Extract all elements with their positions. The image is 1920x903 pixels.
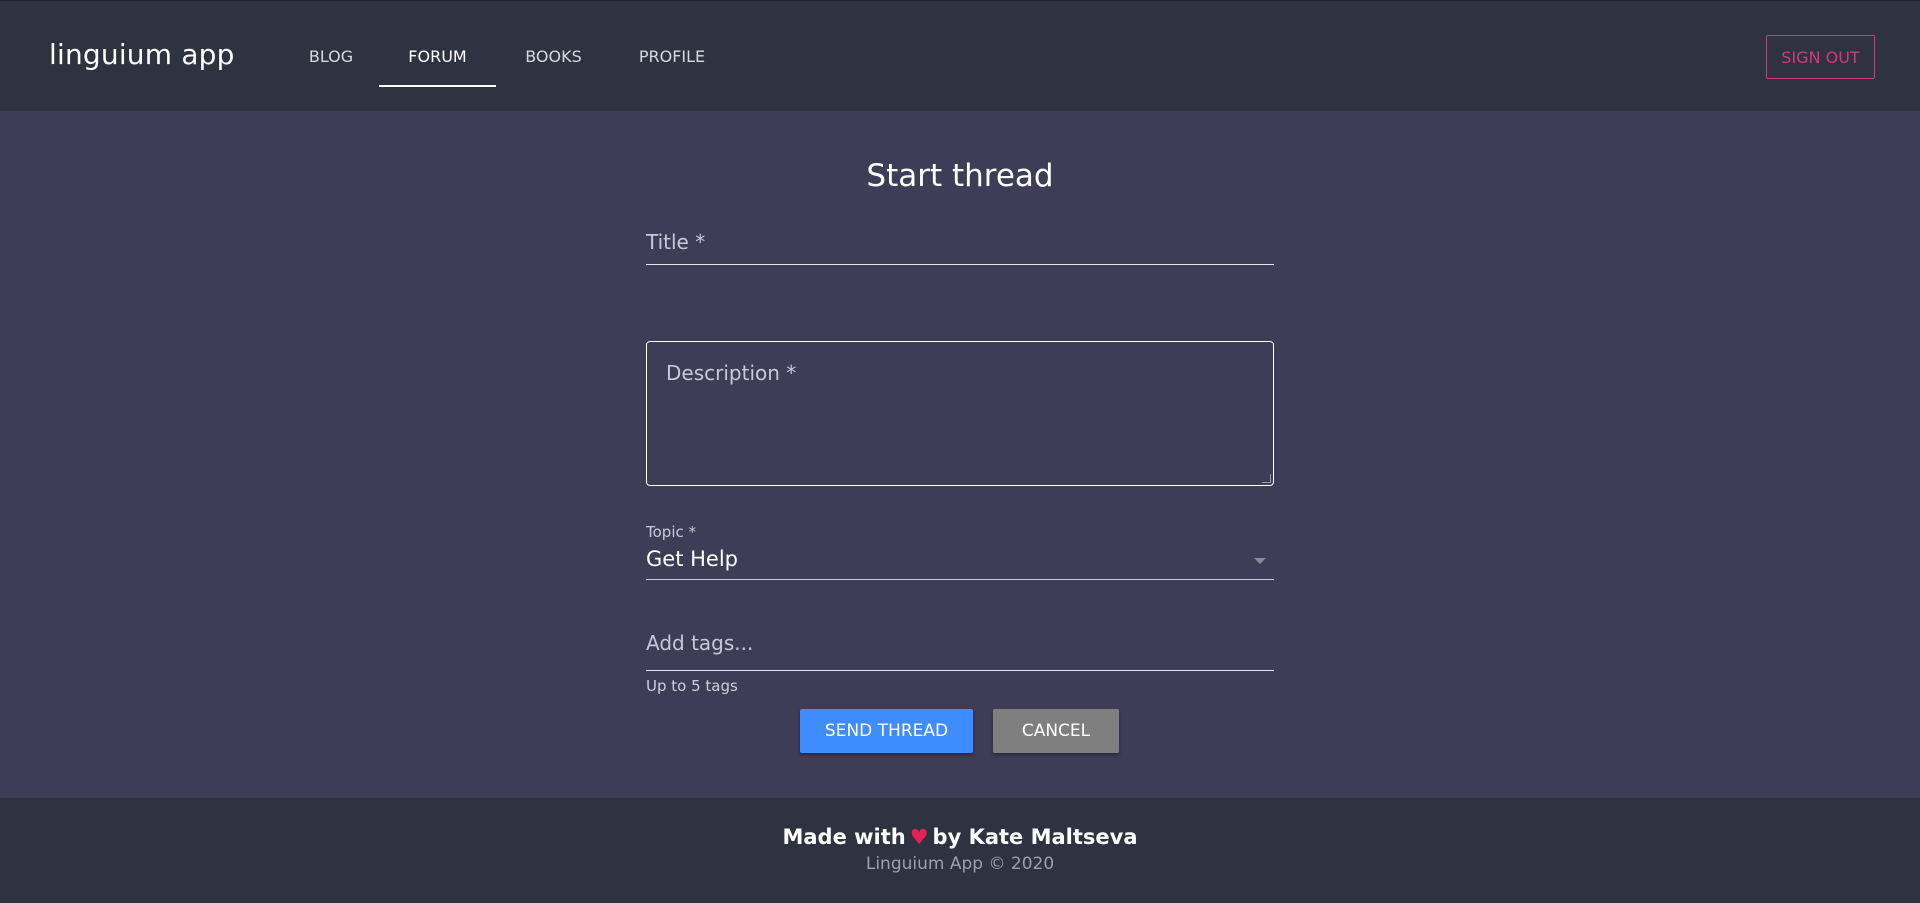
top-navbar: linguium app BLOG FORUM BOOKS PROFILE SI… — [0, 0, 1920, 111]
page-title: Start thread — [866, 158, 1054, 194]
tags-placeholder: Add tags... — [646, 631, 754, 655]
tags-input[interactable]: Add tags... — [646, 631, 1274, 665]
main-nav: BLOG FORUM BOOKS PROFILE — [283, 1, 733, 112]
resize-handle-icon[interactable] — [1262, 474, 1271, 483]
made-with-credit: Made with ♥ by Kate Maltseva — [0, 825, 1920, 849]
topic-underline — [646, 579, 1274, 580]
heart-icon: ♥ — [909, 825, 929, 849]
topic-selected-value: Get Help — [646, 547, 738, 571]
nav-profile[interactable]: PROFILE — [611, 1, 733, 112]
topic-label: Topic * — [646, 523, 696, 541]
title-input[interactable]: Title * — [646, 230, 1274, 264]
nav-books[interactable]: BOOKS — [496, 1, 611, 112]
made-with-prefix: Made with — [782, 825, 906, 849]
dropdown-caret-icon — [1254, 558, 1266, 564]
copyright-text: Linguium App © 2020 — [865, 854, 1055, 874]
sign-out-button[interactable]: SIGN OUT — [1766, 35, 1875, 79]
brand-logo[interactable]: linguium app — [49, 38, 235, 71]
nav-forum[interactable]: FORUM — [379, 1, 496, 112]
tags-underline — [646, 670, 1274, 671]
nav-blog[interactable]: BLOG — [283, 1, 379, 112]
topic-select[interactable]: Get Help — [646, 545, 1274, 579]
title-underline — [646, 264, 1274, 265]
tags-helper-text: Up to 5 tags — [646, 677, 738, 695]
made-with-author: by Kate Maltseva — [932, 825, 1138, 849]
cancel-button[interactable]: CANCEL — [993, 709, 1119, 753]
description-placeholder: Description * — [666, 361, 797, 385]
footer: Made with ♥ by Kate Maltseva Linguium App … — [0, 798, 1920, 903]
title-placeholder: Title * — [646, 230, 706, 254]
send-thread-button[interactable]: SEND THREAD — [800, 709, 973, 753]
description-textarea[interactable]: Description * — [646, 341, 1274, 486]
